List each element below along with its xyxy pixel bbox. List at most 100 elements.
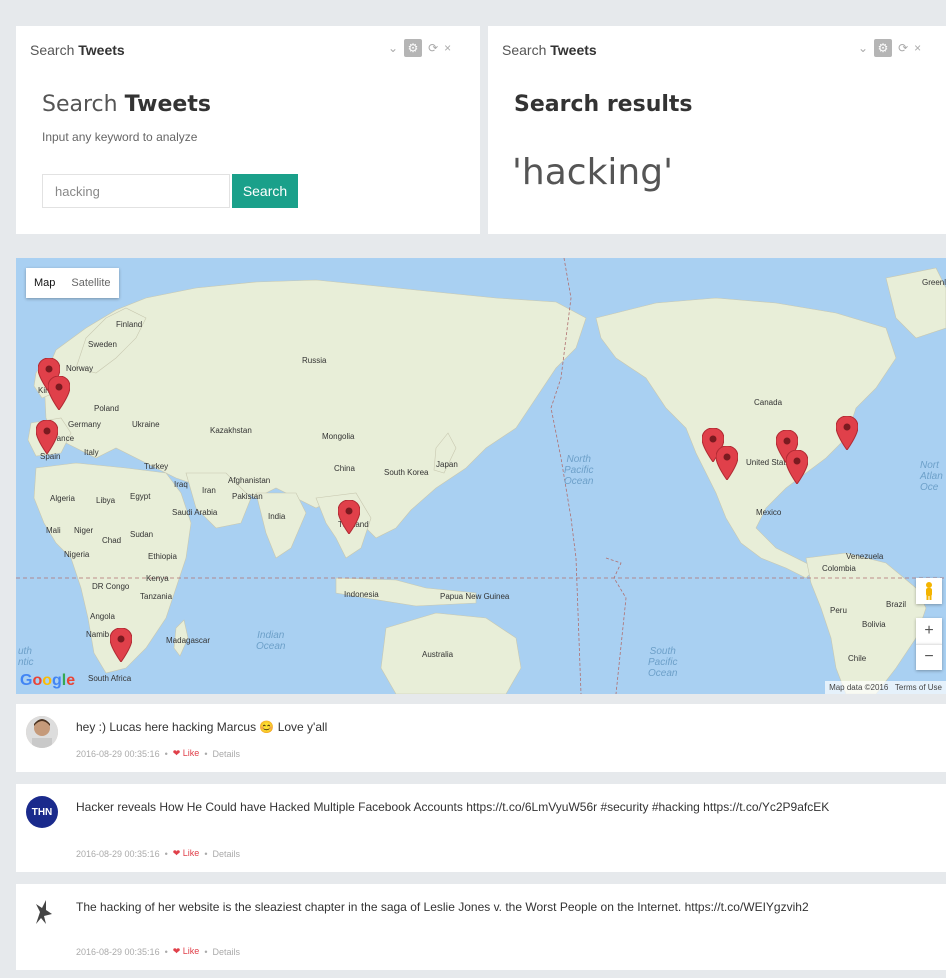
map-marker-icon[interactable] bbox=[48, 376, 70, 410]
separator: • bbox=[204, 946, 208, 957]
map-label: Ukraine bbox=[132, 420, 160, 429]
panel-title-light: Search bbox=[42, 92, 118, 117]
map-label: Afghanistan bbox=[228, 476, 271, 485]
map-label: Indonesia bbox=[344, 590, 379, 599]
map-label: Iran bbox=[202, 486, 216, 495]
map-label: Angola bbox=[90, 612, 115, 621]
map-label: Pakistan bbox=[232, 492, 263, 501]
gear-icon[interactable]: ⚙ bbox=[874, 39, 893, 57]
refresh-icon[interactable]: ⟳ bbox=[428, 41, 438, 55]
map-label: Germany bbox=[68, 420, 101, 429]
details-link[interactable]: Details bbox=[212, 849, 240, 859]
map-type-satellite[interactable]: Satellite bbox=[63, 268, 118, 298]
map-label: Kenya bbox=[146, 574, 169, 583]
tweet-text: Hacker reveals How He Could have Hacked … bbox=[76, 800, 830, 814]
details-link[interactable]: Details bbox=[212, 947, 240, 957]
map-label: Peru bbox=[830, 606, 847, 615]
map-marker-icon[interactable] bbox=[36, 420, 58, 454]
map-label: Sweden bbox=[88, 340, 117, 349]
map-label: Canada bbox=[754, 398, 783, 407]
tweet-timestamp: 2016-08-29 00:35:16 bbox=[76, 946, 160, 957]
map-label: Papua New Guinea bbox=[440, 592, 510, 601]
map-label: India bbox=[268, 512, 286, 521]
separator: • bbox=[164, 748, 168, 759]
like-button[interactable]: ❤ Like bbox=[173, 946, 200, 957]
results-title: Search results bbox=[514, 92, 693, 117]
map-label: DR Congo bbox=[92, 582, 130, 591]
map-type-control: Map Satellite bbox=[26, 268, 119, 298]
panel-title: Search Tweets bbox=[42, 92, 211, 117]
results-panel: Search Tweets ⌄ ⚙ ⟳ × Search results 'ha… bbox=[488, 26, 946, 234]
separator: • bbox=[204, 748, 208, 759]
map-label: Japan bbox=[436, 460, 458, 469]
panel-header: Search Tweets bbox=[502, 42, 597, 58]
panel-header-bold: Tweets bbox=[550, 42, 597, 58]
tweet-map[interactable]: Map Satellite Finland Sweden Norway Russ… bbox=[16, 258, 946, 694]
tweet-text: The hacking of her website is the sleazi… bbox=[76, 900, 809, 914]
map-label: Mongolia bbox=[322, 432, 355, 441]
map-label: Australia bbox=[422, 650, 454, 659]
map-label: China bbox=[334, 464, 355, 473]
map-label: Turkey bbox=[144, 462, 169, 471]
gear-icon[interactable]: ⚙ bbox=[404, 39, 423, 57]
tweet-text: hey :) Lucas here hacking Marcus 😊 Love … bbox=[76, 720, 328, 734]
like-label: Like bbox=[182, 748, 200, 758]
map-label: Norway bbox=[66, 364, 94, 373]
panel-tools: ⌄ ⚙ ⟳ × bbox=[388, 39, 451, 57]
map-marker-icon[interactable] bbox=[110, 628, 132, 662]
close-icon[interactable]: × bbox=[914, 41, 921, 55]
map-label: Kazakhstan bbox=[210, 426, 252, 435]
map-label: Tanzania bbox=[140, 592, 173, 601]
terms-of-use-link[interactable]: Terms of Use bbox=[895, 683, 942, 692]
zoom-out-button[interactable]: − bbox=[916, 644, 942, 670]
map-type-map[interactable]: Map bbox=[26, 268, 63, 298]
panel-header: Search Tweets bbox=[30, 42, 125, 58]
map-label: Ethiopia bbox=[148, 552, 177, 561]
ocean-label: South Pacific Ocean bbox=[648, 646, 678, 679]
tweet-meta: 2016-08-29 00:35:16 • ❤ Like • Details bbox=[76, 848, 240, 859]
chevron-down-icon[interactable]: ⌄ bbox=[388, 41, 398, 55]
tweet-item: THN Hacker reveals How He Could have Hac… bbox=[16, 784, 946, 872]
like-button[interactable]: ❤ Like bbox=[173, 848, 200, 859]
map-label: Brazil bbox=[886, 600, 907, 609]
map-data-credit: Map data ©2016 bbox=[829, 683, 889, 692]
like-button[interactable]: ❤ Like bbox=[173, 748, 200, 759]
close-icon[interactable]: × bbox=[444, 41, 451, 55]
panel-header-light: Search bbox=[502, 42, 547, 58]
separator: • bbox=[164, 946, 168, 957]
search-button[interactable]: Search bbox=[232, 174, 298, 208]
search-hint: Input any keyword to analyze bbox=[42, 130, 198, 144]
google-logo: Google bbox=[20, 672, 76, 689]
search-input[interactable] bbox=[42, 174, 230, 208]
map-marker-icon[interactable] bbox=[338, 500, 360, 534]
map-label: Madagascar bbox=[166, 636, 211, 645]
heart-icon: ❤ bbox=[172, 848, 181, 858]
like-label: Like bbox=[182, 946, 200, 956]
separator: • bbox=[164, 848, 168, 859]
map-label: Saudi Arabia bbox=[172, 508, 218, 517]
avatar bbox=[26, 896, 58, 928]
tweet-timestamp: 2016-08-29 00:35:16 bbox=[76, 748, 160, 759]
tweet-item: hey :) Lucas here hacking Marcus 😊 Love … bbox=[16, 704, 946, 772]
avatar: THN bbox=[26, 796, 58, 828]
details-link[interactable]: Details bbox=[212, 749, 240, 759]
map-label: South Africa bbox=[88, 674, 132, 683]
map-label: Chile bbox=[848, 654, 867, 663]
heart-icon: ❤ bbox=[172, 748, 181, 758]
zoom-in-button[interactable]: + bbox=[916, 618, 942, 644]
chevron-down-icon[interactable]: ⌄ bbox=[858, 41, 868, 55]
map-label: Libya bbox=[96, 496, 116, 505]
map-label: South Korea bbox=[384, 468, 429, 477]
panel-header-bold: Tweets bbox=[78, 42, 125, 58]
refresh-icon[interactable]: ⟳ bbox=[898, 41, 908, 55]
ocean-label: North Pacific Ocean bbox=[564, 454, 594, 487]
street-view-pegman-icon[interactable] bbox=[916, 578, 942, 604]
ocean-label: uth ntic bbox=[18, 646, 34, 668]
tweet-meta: 2016-08-29 00:35:16 • ❤ Like • Details bbox=[76, 748, 240, 759]
map-marker-icon[interactable] bbox=[716, 446, 738, 480]
map-label: Iraq bbox=[174, 480, 188, 489]
map-label: Greenl bbox=[922, 278, 946, 287]
tweet-meta: 2016-08-29 00:35:16 • ❤ Like • Details bbox=[76, 946, 240, 957]
map-marker-icon[interactable] bbox=[786, 450, 808, 484]
map-marker-icon[interactable] bbox=[836, 416, 858, 450]
